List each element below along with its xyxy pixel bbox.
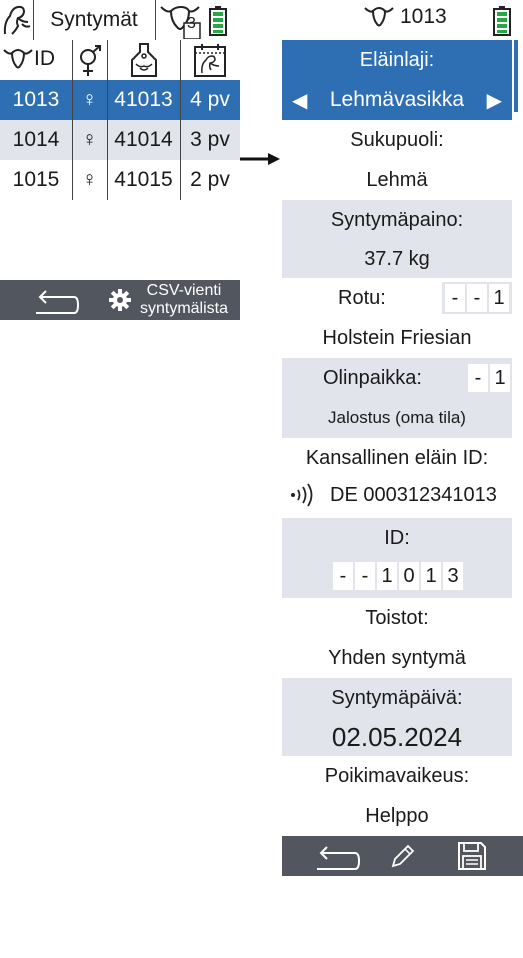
cell-tag: 41013 [114,88,173,111]
detail-animal-id: 1013 [400,5,447,28]
detail-toolbar [282,836,523,876]
birth-date-value[interactable]: 02.05.2024 [282,718,512,756]
id-digit: - [333,562,353,590]
cow-head-icon [3,48,33,69]
breed-value: Holstein Friesian [322,326,472,349]
id-digit: 3 [443,562,463,590]
breed-label: Rotu: [338,287,386,309]
edit-button[interactable] [382,836,424,876]
calving-icon [0,0,34,40]
detail-header: 1013 [362,4,447,30]
origin-row: Olinpaikka: - 1 [282,358,512,398]
herd-count: 3 [157,0,203,40]
weight-label: Syntymäpaino: [282,200,512,240]
calving-value[interactable]: Helppo [282,796,512,836]
id-digit: 0 [399,562,419,590]
count-badge: 3 [187,15,196,32]
cow-head-icon [364,6,394,27]
national-id-row[interactable]: DE 000312341013 [282,476,512,514]
col-id[interactable]: ID [2,46,55,72]
col-id-label: ID [34,47,55,70]
cell-id: 1015 [12,168,60,191]
birth-date-label: Syntymäpäivä: [282,678,512,718]
origin-label: Olinpaikka: [323,367,422,389]
return-arrow-icon [317,846,361,870]
rfid-icon [291,483,313,507]
repeats-label: Toistot: [365,606,429,629]
save-icon [458,842,486,870]
cell-age: 4 pv [190,88,230,111]
arrow-right-icon [240,152,280,166]
cell-sex: ♀ [81,128,98,151]
species-label: Eläinlaji: [282,40,512,80]
breed-digit: - [445,284,465,312]
breed-row: Rotu: - - 1 [282,278,512,318]
species-selector[interactable]: ◀ Lehmävasikka ▶ [282,80,512,120]
battery-icon [493,6,511,36]
sex-label: Sukupuoli: [350,128,444,151]
national-id-value: DE 000312341013 [330,484,497,506]
list-title: Syntymät [50,8,138,31]
id-label: ID: [282,518,512,558]
table-row[interactable]: 1015 ♀ 41015 2 pv [0,160,240,200]
scrollbar[interactable] [514,40,518,112]
origin-digit: - [468,364,488,392]
calendar-calving-icon[interactable] [193,42,227,78]
breed-digit: - [467,284,487,312]
ear-tag-icon[interactable] [128,42,160,78]
csv-export-button[interactable]: CSV-vienti syntymälista [108,280,240,320]
cell-id: 1013 [12,88,60,111]
pencil-icon [391,844,415,868]
cell-id: 1014 [12,128,60,151]
back-button[interactable] [20,280,90,320]
id-digit: 1 [377,562,397,590]
list-toolbar: CSV-vienti syntymälista [0,280,240,320]
save-button[interactable] [450,836,494,876]
next-arrow-icon[interactable]: ▶ [487,88,502,113]
breed-code-input[interactable]: - - 1 [442,282,512,314]
cell-age: 3 pv [190,128,230,151]
weight-value[interactable]: 37.7 kg [282,240,512,278]
id-input[interactable]: - - 1 0 1 3 [282,554,512,598]
sex-value[interactable]: Lehmä [282,160,512,200]
id-digit: - [355,562,375,590]
battery-icon [209,6,227,36]
calving-label: Poikimavaikeus: [324,764,470,787]
cell-sex: ♀ [81,168,98,191]
origin-code-input[interactable]: - 1 [466,362,510,394]
csv-export-label-line2: syntymälista [139,300,229,317]
gender-icon[interactable] [76,44,104,78]
back-button[interactable] [306,836,366,876]
cell-sex: ♀ [81,88,98,111]
species-value: Lehmävasikka [329,88,465,111]
national-id-label: Kansallinen eläin ID: [305,446,489,469]
repeats-value[interactable]: Yhden syntymä [282,638,512,678]
gear-icon [109,289,131,311]
origin-value: Jalostus (oma tila) [282,398,512,438]
column-header-row: ID [0,40,240,80]
cell-tag: 41015 [114,168,173,191]
table-row[interactable]: 1013 ♀ 41013 4 pv [0,80,240,120]
csv-export-label: CSV-vienti syntymälista [130,282,238,318]
id-digit: 1 [421,562,441,590]
csv-export-label-line1: CSV-vienti [146,282,222,299]
cow-head-icon [160,5,201,39]
prev-arrow-icon[interactable]: ◀ [292,88,307,113]
cell-age: 2 pv [190,168,230,191]
table-row[interactable]: 1014 ♀ 41014 3 pv [0,120,240,160]
cell-tag: 41014 [114,128,173,151]
breed-digit: 1 [489,284,509,312]
origin-digit: 1 [490,364,510,392]
return-arrow-icon [36,290,80,314]
